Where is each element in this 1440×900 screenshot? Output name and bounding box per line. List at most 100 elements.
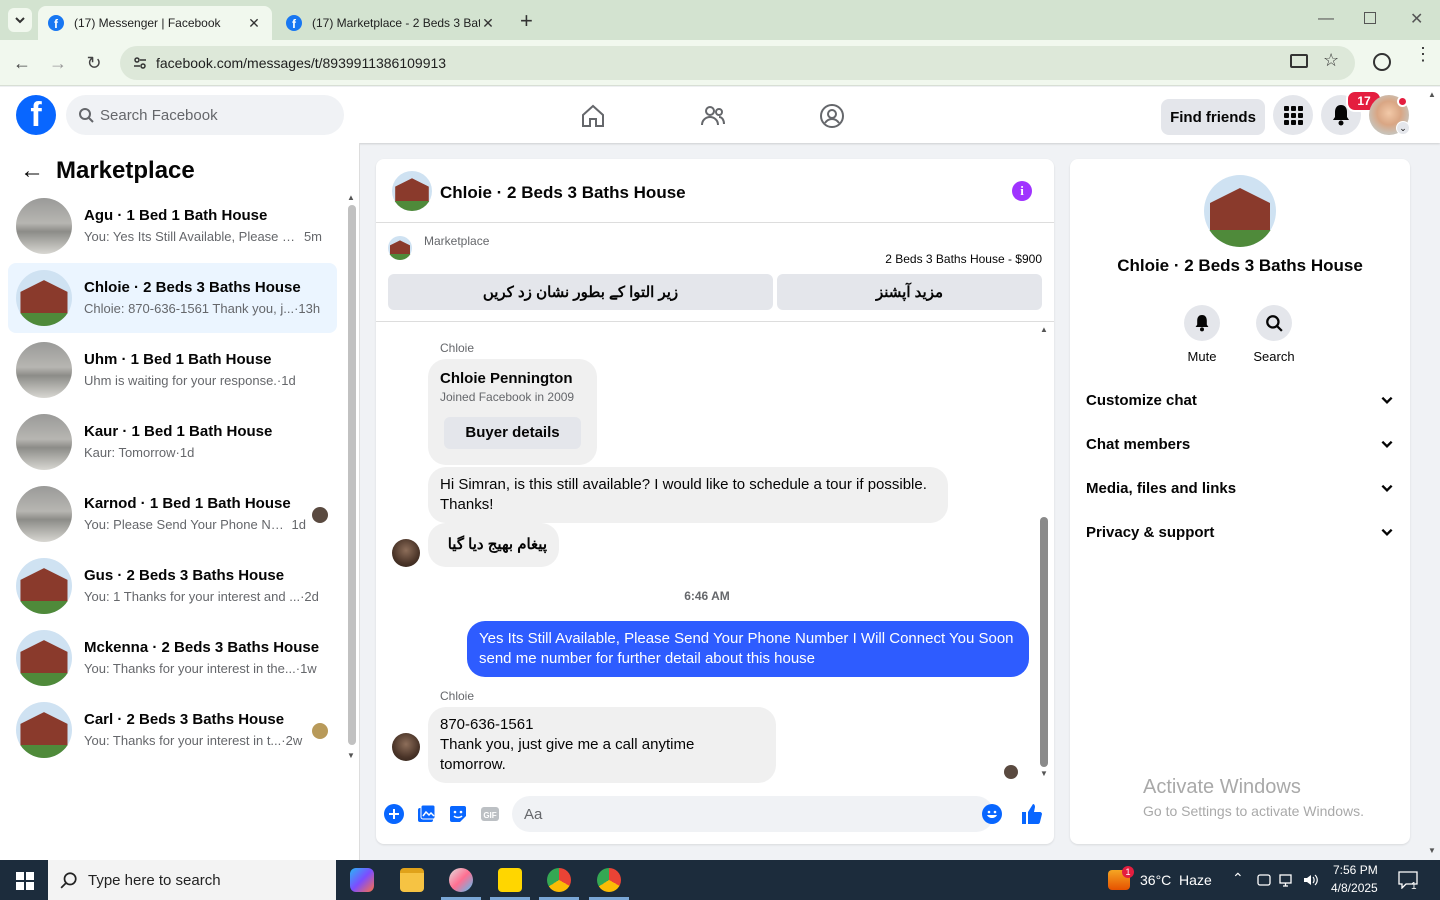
page-scrollbar-down-icon[interactable]: ▼ — [1428, 846, 1436, 855]
minimize-button[interactable]: — — [1318, 10, 1334, 28]
groups-icon[interactable] — [819, 103, 845, 129]
search-placeholder: Search Facebook — [100, 106, 218, 124]
conversation-list-scrollbar[interactable] — [348, 205, 356, 745]
url-field[interactable]: facebook.com/messages/t/8939911386109913 — [120, 46, 1355, 80]
emoji-icon[interactable] — [982, 804, 1002, 824]
conversation-name: Chloie · 2 Beds 3 Baths House — [84, 279, 301, 296]
mark-pending-button[interactable]: زیر التوا کے بطور نشان زد کریں — [388, 274, 773, 310]
conversation-item[interactable]: Agu · 1 Bed 1 Bath House You: Yes Its St… — [8, 191, 337, 261]
conversation-avatar — [16, 630, 72, 686]
chrome-profile-icon[interactable] — [597, 868, 621, 892]
back-button[interactable]: ← — [12, 53, 32, 74]
photo-icon[interactable] — [416, 804, 436, 824]
seen-avatar — [312, 507, 328, 523]
taskbar-search-input[interactable]: Type here to search — [48, 860, 336, 900]
conversation-preview: You: Thanks for your interest in the... — [84, 661, 296, 676]
conversation-name: Karnod · 1 Bed 1 Bath House — [84, 495, 291, 512]
clock-time[interactable]: 7:56 PM — [1333, 863, 1378, 877]
windows-start-icon[interactable] — [16, 872, 34, 890]
notification-center-badge: 1 — [1411, 881, 1417, 892]
section-customize-chat[interactable]: Customize chat — [1086, 378, 1394, 422]
clock-date[interactable]: 4/8/2025 — [1331, 881, 1378, 895]
meet-now-icon[interactable] — [1256, 872, 1272, 888]
tray-chevron-up-icon[interactable]: ⌃ — [1232, 870, 1244, 887]
paint-icon[interactable] — [449, 868, 473, 892]
forward-button[interactable]: → — [48, 53, 68, 74]
close-tab-icon[interactable]: ✕ — [246, 15, 262, 32]
back-arrow-icon[interactable]: ← — [20, 157, 44, 185]
browser-address-bar: ← → ↻ facebook.com/messages/t/8939911386… — [0, 40, 1440, 86]
buyer-details-button[interactable]: Buyer details — [444, 417, 581, 449]
facebook-favicon-icon: f — [48, 15, 64, 31]
home-icon[interactable] — [580, 103, 606, 129]
find-friends-button[interactable]: Find friends — [1161, 99, 1265, 135]
file-explorer-icon[interactable] — [400, 868, 424, 892]
section-chat-members[interactable]: Chat members — [1086, 422, 1394, 466]
listing-thumbnail[interactable] — [388, 236, 412, 260]
new-tab-button[interactable]: + — [520, 8, 533, 34]
section-media-files-links[interactable]: Media, files and links — [1086, 466, 1394, 510]
bookmark-star-icon[interactable]: ☆ — [1323, 50, 1339, 71]
contact-large-avatar[interactable] — [1204, 175, 1276, 247]
scroll-down-arrow-icon[interactable]: ▼ — [347, 751, 355, 760]
network-icon[interactable] — [1279, 872, 1295, 888]
chat-scroll-down-arrow-icon[interactable]: ▼ — [1040, 769, 1048, 778]
tab-messenger[interactable]: f (17) Messenger | Facebook ✕ — [38, 6, 272, 40]
mute-label: Mute — [1187, 349, 1217, 364]
restore-button[interactable] — [1364, 12, 1376, 24]
conversation-time: 5m — [303, 229, 322, 244]
profile-icon[interactable] — [1373, 53, 1391, 71]
chat-scrollbar[interactable] — [1040, 517, 1048, 767]
tab-marketplace[interactable]: f (17) Marketplace - 2 Beds 3 Bat ✕ — [276, 6, 506, 40]
conversation-item[interactable]: Kaur · 1 Bed 1 Bath House Kaur: Tomorrow… — [8, 407, 337, 477]
chat-header-avatar[interactable] — [392, 171, 432, 211]
facebook-logo-icon[interactable]: f — [16, 95, 56, 135]
sticker-icon[interactable] — [448, 804, 468, 824]
chat-scroll-up-arrow-icon[interactable]: ▲ — [1040, 325, 1048, 334]
friends-icon[interactable] — [700, 103, 726, 129]
account-menu-chevron-icon[interactable]: ⌄ — [1396, 121, 1410, 135]
conversation-preview: You: Please Send Your Phone Nu... — [84, 517, 288, 532]
seen-avatar — [1004, 765, 1018, 779]
listing-price[interactable]: 2 Beds 3 Baths House - $900 — [885, 252, 1042, 266]
conversation-item[interactable]: Uhm · 1 Bed 1 Bath House Uhm is waiting … — [8, 335, 337, 405]
gif-icon[interactable]: GIF — [480, 804, 500, 824]
info-icon[interactable]: i — [1012, 181, 1032, 201]
chat-title[interactable]: Chloie · 2 Beds 3 Baths House — [440, 183, 686, 203]
page-scrollbar-up-icon[interactable]: ▲ — [1428, 90, 1436, 99]
conversation-avatar — [16, 198, 72, 254]
thumbs-up-icon[interactable] — [1020, 802, 1044, 826]
browser-menu-icon[interactable]: ⋮ — [1414, 45, 1432, 63]
conversation-item[interactable]: Karnod · 1 Bed 1 Bath House You: Please … — [8, 479, 337, 549]
search-chat-button[interactable]: Search — [1244, 305, 1304, 364]
facebook-search-input[interactable]: Search Facebook — [66, 95, 344, 135]
conversation-avatar — [16, 414, 72, 470]
sticky-notes-icon[interactable] — [498, 868, 522, 892]
message-line: 870-636-1561 — [440, 716, 534, 733]
weather-text[interactable]: 36°C Haze — [1140, 872, 1212, 888]
conversation-item-selected[interactable]: Chloie · 2 Beds 3 Baths House Chloie: 87… — [8, 263, 337, 333]
plus-circle-icon[interactable] — [384, 804, 404, 824]
more-options-button[interactable]: مزید آپشنز — [777, 274, 1042, 310]
conversation-item[interactable]: Gus · 2 Beds 3 Baths House You: 1 Thanks… — [8, 551, 337, 621]
menu-button[interactable] — [1273, 95, 1313, 135]
sender-name: Chloie — [440, 341, 475, 355]
conversation-item[interactable]: Mckenna · 2 Beds 3 Baths House You: Than… — [8, 623, 337, 693]
chevron-down-icon — [1381, 440, 1393, 448]
mute-button[interactable]: Mute — [1172, 305, 1232, 364]
message-input[interactable]: Aa — [512, 796, 994, 832]
conversation-item[interactable]: Carl · 2 Beds 3 Baths House You: Thanks … — [8, 695, 337, 765]
close-tab-icon[interactable]: ✕ — [480, 15, 496, 32]
my-message-bubble: Yes Its Still Available, Please Send You… — [467, 621, 1029, 677]
reload-button[interactable]: ↻ — [84, 53, 104, 74]
chrome-icon[interactable] — [547, 868, 571, 892]
scroll-up-arrow-icon[interactable]: ▲ — [347, 193, 355, 202]
install-app-icon[interactable] — [1290, 54, 1308, 68]
close-window-button[interactable]: ✕ — [1410, 9, 1423, 29]
copilot-icon[interactable] — [350, 868, 374, 892]
search-icon — [1266, 315, 1283, 332]
volume-icon[interactable] — [1302, 872, 1318, 888]
site-info-icon[interactable] — [132, 55, 148, 71]
section-privacy-support[interactable]: Privacy & support — [1086, 510, 1394, 554]
tab-search-dropdown[interactable] — [8, 8, 32, 32]
